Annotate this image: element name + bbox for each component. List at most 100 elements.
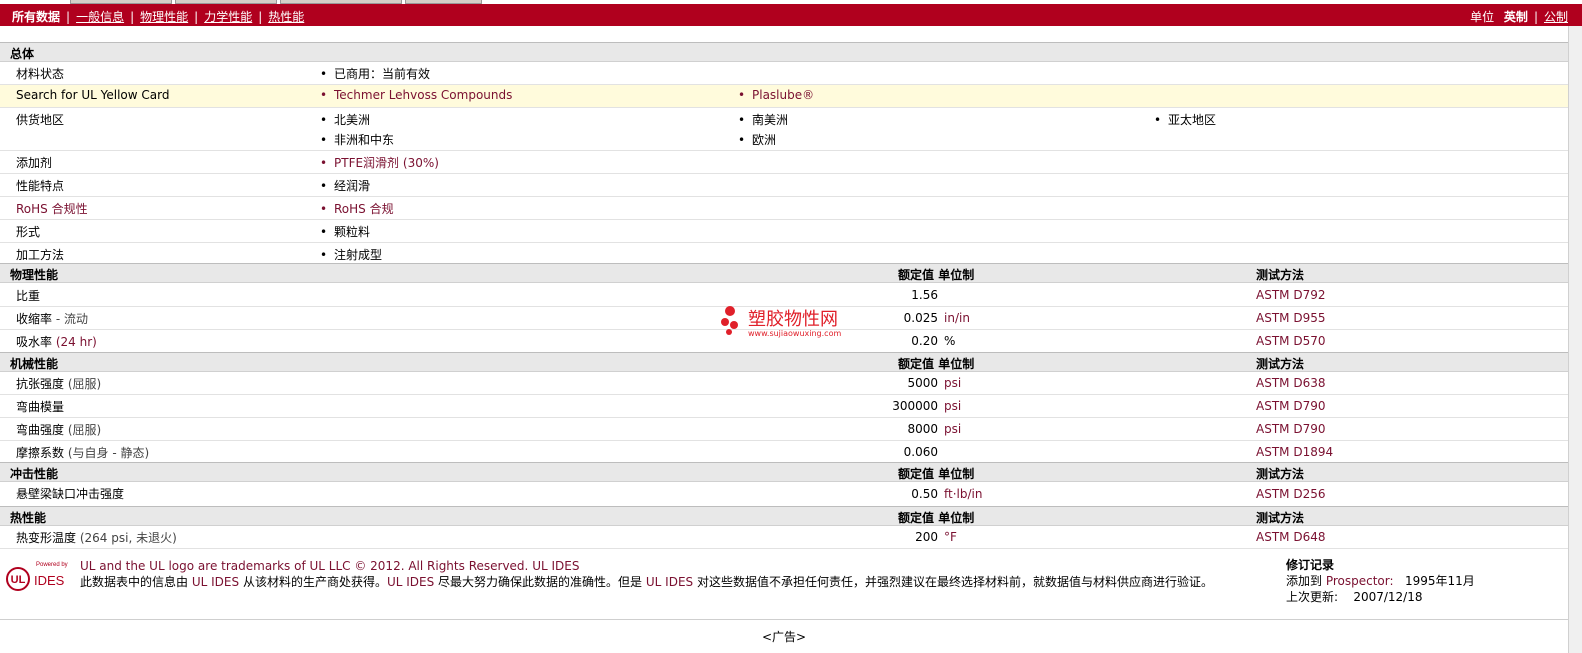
row-label: 摩擦系数 (与自身 - 静态) — [16, 444, 149, 461]
section-general: 总体 — [0, 42, 1568, 62]
table-row: 热变形温度 (264 psi, 未退火) 200 °F ASTM D648 — [0, 526, 1568, 549]
col-header-test: 测试方法 — [1256, 268, 1305, 282]
row-label: 热变形温度 (264 psi, 未退火) — [16, 529, 177, 546]
row-unit: °F — [944, 530, 957, 544]
row-unit: psi — [944, 399, 962, 413]
row-label: 比重 — [16, 289, 41, 303]
section-title: 热性能 — [10, 511, 47, 525]
page-scrollbar[interactable] — [1568, 26, 1582, 653]
row-value: 300000 — [892, 399, 938, 413]
row-label: 抗张强度 (屈服) — [16, 375, 101, 392]
ul-ides-link[interactable]: UL IDES — [192, 575, 239, 589]
ul-ides-link[interactable]: UL IDES — [387, 575, 434, 589]
row-label[interactable]: Search for UL Yellow Card — [16, 88, 169, 102]
nav-separator: | — [66, 10, 71, 24]
list-item: 颗粒料 — [320, 223, 370, 240]
link-additive[interactable]: PTFE润滑剂 (30%) — [320, 154, 439, 171]
table-row: 材料状态 已商用：当前有效 — [0, 62, 1568, 85]
row-test-method[interactable]: ASTM D792 — [1256, 288, 1325, 302]
row-test-method[interactable]: ASTM D955 — [1256, 311, 1325, 325]
row-label: 弯曲模量 — [16, 400, 65, 414]
row-value: 0.025 — [903, 311, 938, 325]
row-label-rohs[interactable]: RoHS 合规性 — [16, 200, 88, 217]
label-condition: (屈服) — [67, 423, 102, 437]
logo-ides-text: IDES — [34, 573, 65, 588]
row-label: 供货地区 — [16, 113, 65, 127]
row-value: 5000 — [907, 376, 938, 390]
section-title: 总体 — [10, 47, 35, 61]
row-label: 形式 — [16, 225, 41, 239]
row-label: 添加剂 — [16, 156, 53, 170]
row-test-method[interactable]: ASTM D1894 — [1256, 445, 1333, 459]
footer: UL Powered by IDES UL and the UL logo ar… — [0, 549, 1568, 620]
revision-added: 添加到 Prospector: 1995年11月 — [1286, 573, 1475, 589]
nav-thermal[interactable]: 热性能 — [268, 10, 304, 24]
ul-ides-link[interactable]: UL IDES — [532, 559, 579, 573]
link-plaslube[interactable]: Plaslube® — [738, 88, 814, 102]
ul-ides-link[interactable]: UL IDES — [646, 575, 693, 589]
revision-title: 修订记录 — [1286, 558, 1335, 572]
col-header-nominal-unit: 额定值 单位制 — [898, 355, 974, 372]
header-unit: 单位制 — [938, 268, 975, 282]
list-item: 亚太地区 — [1154, 111, 1216, 128]
list-item: 经润滑 — [320, 177, 370, 194]
unit-english[interactable]: 英制 — [1504, 10, 1528, 24]
disclaimer-text: 此数据表中的信息由 — [80, 575, 189, 589]
label-text: 弯曲强度 — [16, 423, 65, 437]
row-test-method[interactable]: ASTM D256 — [1256, 487, 1325, 501]
list-item: 注射成型 — [320, 246, 382, 263]
row-value: 0.20 — [911, 334, 938, 348]
logo-powered-text: Powered by — [36, 562, 68, 568]
unit-label: 单位 — [1470, 10, 1495, 24]
label-condition: (屈服) — [67, 377, 102, 391]
additive-name[interactable]: PTFE润滑剂 — [334, 156, 399, 170]
row-label: 加工方法 — [16, 248, 65, 262]
watermark-url: www.sujiaowuxing.com — [748, 329, 842, 338]
section-title: 物理性能 — [10, 268, 59, 282]
table-row: 弯曲模量 300000 psi ASTM D790 — [0, 395, 1568, 418]
prospector-link[interactable]: Prospector: — [1326, 574, 1394, 588]
revision-history: 修订记录 添加到 Prospector: 1995年11月 上次更新: 2007… — [1286, 557, 1475, 605]
updated-date: 2007/12/18 — [1353, 590, 1423, 604]
label-condition: (24 hr) — [55, 335, 97, 349]
disclaimer-text: 对这些数据值不承担任何责任，并强烈建议在最终选择材料前，就数据值与材料供应商进行… — [696, 575, 1213, 589]
footer-trademark: UL and the UL logo are trademarks of UL … — [80, 559, 579, 573]
header-nominal: 额定值 — [898, 357, 935, 371]
table-row: RoHS 合规性 RoHS 合规 — [0, 197, 1568, 220]
table-row: 摩擦系数 (与自身 - 静态) 0.060 ASTM D1894 — [0, 441, 1568, 463]
additive-percent: (30%) — [402, 156, 439, 170]
nav-mechanical[interactable]: 力学性能 — [204, 10, 252, 24]
unit-metric[interactable]: 公制 — [1544, 10, 1568, 24]
section-nav: 所有数据 | 一般信息 | 物理性能 | 力学性能 | 热性能 — [12, 8, 304, 25]
disclaimer-text: 尽最大努力确保此数据的准确性。但是 — [438, 575, 643, 589]
link-techmer[interactable]: Techmer Lehvoss Compounds — [320, 88, 512, 102]
table-row: 比重 1.56 ASTM D792 — [0, 284, 1568, 307]
table-row: 形式 颗粒料 — [0, 220, 1568, 243]
header-unit: 单位制 — [938, 357, 975, 371]
list-item: 北美洲 — [320, 111, 370, 128]
col-header-test: 测试方法 — [1256, 511, 1305, 525]
table-row: 抗张强度 (屈服) 5000 psi ASTM D638 — [0, 372, 1568, 395]
row-test-method[interactable]: ASTM D790 — [1256, 422, 1325, 436]
label-text: 抗张强度 — [16, 377, 65, 391]
row-test-method[interactable]: ASTM D648 — [1256, 530, 1325, 544]
label-condition: (264 psi, 未退火) — [79, 531, 177, 545]
nav-physical[interactable]: 物理性能 — [140, 10, 188, 24]
watermark-dots-icon — [721, 306, 738, 335]
section-title: 机械性能 — [10, 357, 59, 371]
nav-all-data[interactable]: 所有数据 — [12, 10, 60, 24]
header-unit: 单位制 — [938, 511, 975, 525]
nav-general-info[interactable]: 一般信息 — [76, 10, 124, 24]
row-unit: % — [944, 334, 956, 348]
nav-separator: | — [130, 10, 135, 24]
row-test-method[interactable]: ASTM D638 — [1256, 376, 1325, 390]
col-header-nominal-unit: 额定值 单位制 — [898, 509, 974, 526]
rohs-label[interactable]: RoHS 合规性 — [16, 202, 88, 216]
row-label: 收缩率 - 流动 — [16, 310, 88, 327]
row-test-method[interactable]: ASTM D570 — [1256, 334, 1325, 348]
link-rohs[interactable]: RoHS 合规 — [320, 200, 394, 217]
section-mechanical: 机械性能 额定值 单位制 测试方法 — [0, 352, 1568, 372]
section-thermal: 热性能 额定值 单位制 测试方法 — [0, 506, 1568, 526]
row-test-method[interactable]: ASTM D790 — [1256, 399, 1325, 413]
row-label: 吸水率 (24 hr) — [16, 333, 97, 350]
